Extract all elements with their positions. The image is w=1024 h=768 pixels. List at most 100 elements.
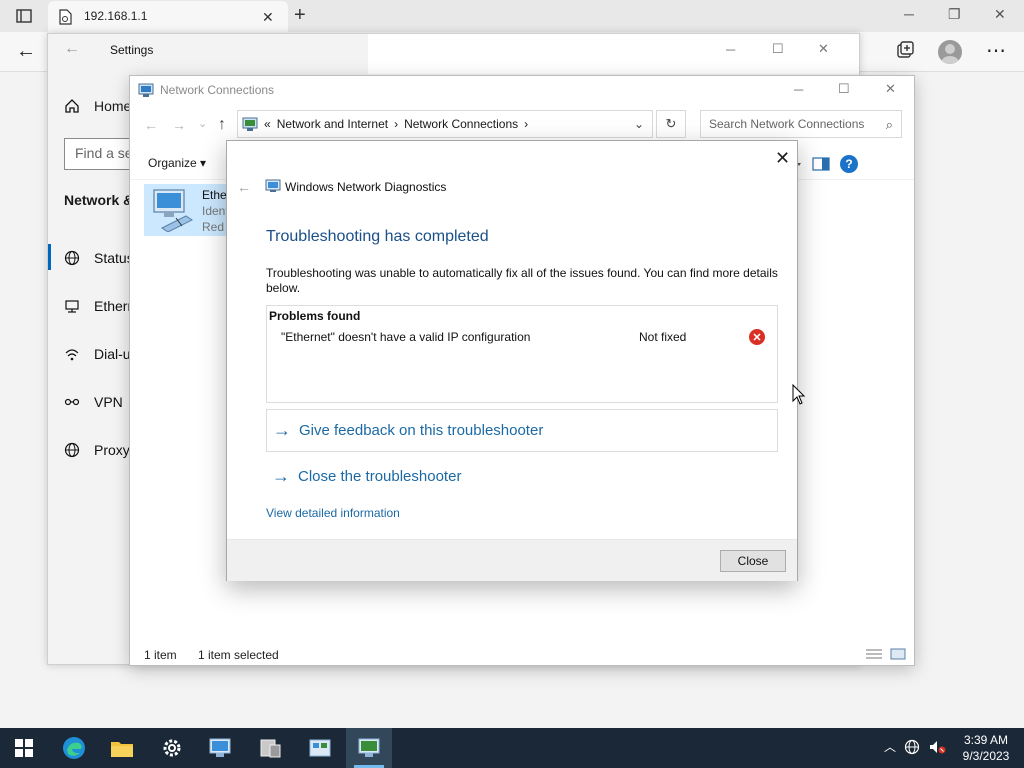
tab-title: 192.168.1.1 (84, 9, 148, 23)
network-diagnostics-dialog: ✕ ← Windows Network Diagnostics Troubles… (226, 140, 798, 581)
ethernet-icon (64, 298, 80, 314)
settings-maximize-button[interactable]: ☐ (772, 41, 784, 57)
network-globe-icon[interactable] (904, 739, 920, 755)
search-icon: ⌕ (885, 117, 893, 132)
collections-icon[interactable] (896, 41, 914, 59)
give-feedback-link[interactable]: → Give feedback on this troubleshooter (266, 409, 778, 452)
settings-close-button[interactable]: ✕ (818, 41, 829, 57)
selected-count: 1 item selected (198, 648, 279, 662)
dialog-heading: Troubleshooting has completed (266, 228, 489, 245)
refresh-button[interactable]: ↻ (656, 110, 686, 138)
edge-icon[interactable] (62, 736, 86, 760)
breadcrumb-network-connections[interactable]: Network Connections (404, 117, 518, 131)
clock[interactable]: 3:39 AM 9/3/2023 (958, 732, 1014, 764)
dialog-footer: Close (227, 539, 797, 581)
settings-gear-icon[interactable] (160, 736, 184, 760)
address-dropdown-icon[interactable]: ⌄ (634, 117, 644, 131)
feedback-link-label: Give feedback on this troubleshooter (299, 422, 544, 439)
status-bar: 1 item 1 item selected (130, 644, 914, 666)
browser-restore-button[interactable]: ❐ (948, 6, 961, 23)
arrow-right-icon: → (273, 420, 291, 440)
view-detailed-information-link[interactable]: View detailed information (266, 506, 400, 520)
tab-actions-icon[interactable] (8, 4, 40, 28)
nc-up-button[interactable]: ↑ (218, 116, 226, 134)
breadcrumb-network-internet[interactable]: Network and Internet (277, 117, 388, 131)
new-tab-button[interactable]: + (294, 4, 306, 27)
network-diagnostics-taskbar-icon[interactable] (357, 736, 381, 760)
show-hidden-icons-button[interactable]: ︿ (884, 738, 896, 755)
problems-header: Problems found (269, 309, 361, 323)
globe-icon (64, 250, 80, 266)
start-button[interactable] (12, 736, 36, 760)
error-icon: ✕ (749, 329, 765, 345)
organize-menu[interactable]: Organize ▾ (148, 156, 206, 170)
details-view-icon[interactable] (866, 648, 882, 660)
settings-back-button[interactable]: ← (64, 40, 80, 58)
profile-avatar[interactable] (938, 40, 962, 64)
nav-label: VPN (94, 394, 123, 410)
adapter-status: Ident (202, 204, 229, 218)
home-icon (64, 98, 80, 114)
address-bar[interactable]: « Network and Internet › Network Connect… (237, 110, 653, 138)
selected-nav-indicator (48, 244, 51, 270)
close-troubleshooter-link[interactable]: → Close the troubleshooter (266, 455, 778, 498)
breadcrumb-separator[interactable]: › (394, 117, 398, 131)
nc-back-button[interactable]: ← (144, 117, 158, 133)
dialog-app-title: Windows Network Diagnostics (285, 180, 447, 194)
vpn-icon (64, 394, 80, 410)
problems-list: Problems found "Ethernet" doesn't have a… (266, 305, 778, 403)
settings-section-title: Network & (64, 192, 134, 208)
volume-muted-icon[interactable] (928, 739, 946, 755)
nav-label: Dial-u (94, 346, 131, 362)
nav-label: Proxy (94, 442, 130, 458)
settings-home-link[interactable]: Home (64, 98, 131, 114)
view-toggle (866, 648, 906, 660)
nav-label: Status (94, 250, 134, 266)
item-count: 1 item (144, 648, 177, 662)
home-label: Home (94, 98, 132, 114)
file-explorer-icon[interactable] (110, 736, 134, 760)
control-panel-icon (242, 116, 258, 132)
dialog-back-button[interactable]: ← (237, 179, 251, 195)
close-link-label: Close the troubleshooter (298, 468, 462, 485)
mouse-cursor-icon (792, 384, 806, 406)
browser-minimize-button[interactable]: ─ (904, 6, 914, 22)
problem-description: "Ethernet" doesn't have a valid IP confi… (281, 330, 531, 344)
refresh-icon: ↻ (665, 116, 677, 131)
nc-minimize-button[interactable]: ─ (794, 82, 803, 97)
dialup-icon (64, 346, 80, 362)
taskbar: ︿ 3:39 AM 9/3/2023 (0, 728, 1024, 768)
network-connections-icon (138, 82, 154, 98)
browser-back-button[interactable]: ← (16, 40, 36, 63)
nc-maximize-button[interactable]: ☐ (838, 81, 850, 97)
breadcrumb-separator[interactable]: › (524, 117, 528, 131)
dialog-close-icon[interactable]: ✕ (775, 148, 790, 169)
settings-minimize-button[interactable]: ─ (726, 42, 735, 57)
help-icon[interactable]: ? (840, 155, 858, 173)
nc-recent-dropdown[interactable]: ⌄ (198, 117, 207, 130)
problem-row[interactable]: "Ethernet" doesn't have a valid IP confi… (267, 329, 777, 350)
search-network-connections-input[interactable]: Search Network Connections ⌕ (700, 110, 902, 138)
browser-close-button[interactable]: ✕ (994, 6, 1006, 23)
preview-pane-icon[interactable] (812, 157, 830, 171)
breadcrumb-prefix[interactable]: « (264, 117, 271, 131)
window-title: Network Connections (160, 83, 275, 97)
browser-tab[interactable]: 192.168.1.1 ✕ (48, 1, 288, 32)
nc-forward-button[interactable]: → (172, 117, 186, 133)
clock-time: 3:39 AM (963, 733, 1009, 747)
problem-status: Not fixed (639, 330, 687, 344)
dialog-message: Troubleshooting was unable to automatica… (266, 266, 778, 295)
nc-close-button[interactable]: ✕ (885, 81, 896, 97)
tab-close-icon[interactable]: ✕ (262, 9, 274, 26)
network-connections-titlebar: Network Connections ─ ☐ ✕ (130, 76, 914, 104)
server-manager-icon[interactable] (258, 736, 282, 760)
clock-date: 9/3/2023 (962, 749, 1010, 763)
control-panel-taskbar-icon[interactable] (308, 736, 332, 760)
network-connections-taskbar-icon[interactable] (208, 736, 232, 760)
arrow-right-icon: → (272, 466, 290, 486)
large-icons-view-icon[interactable] (890, 648, 906, 660)
settings-titlebar-strip (368, 34, 859, 74)
browser-tab-bar: 192.168.1.1 ✕ + ─ ❐ ✕ (0, 0, 1024, 32)
browser-more-button[interactable]: ⋯ (986, 38, 1006, 63)
close-button[interactable]: Close (720, 550, 786, 572)
